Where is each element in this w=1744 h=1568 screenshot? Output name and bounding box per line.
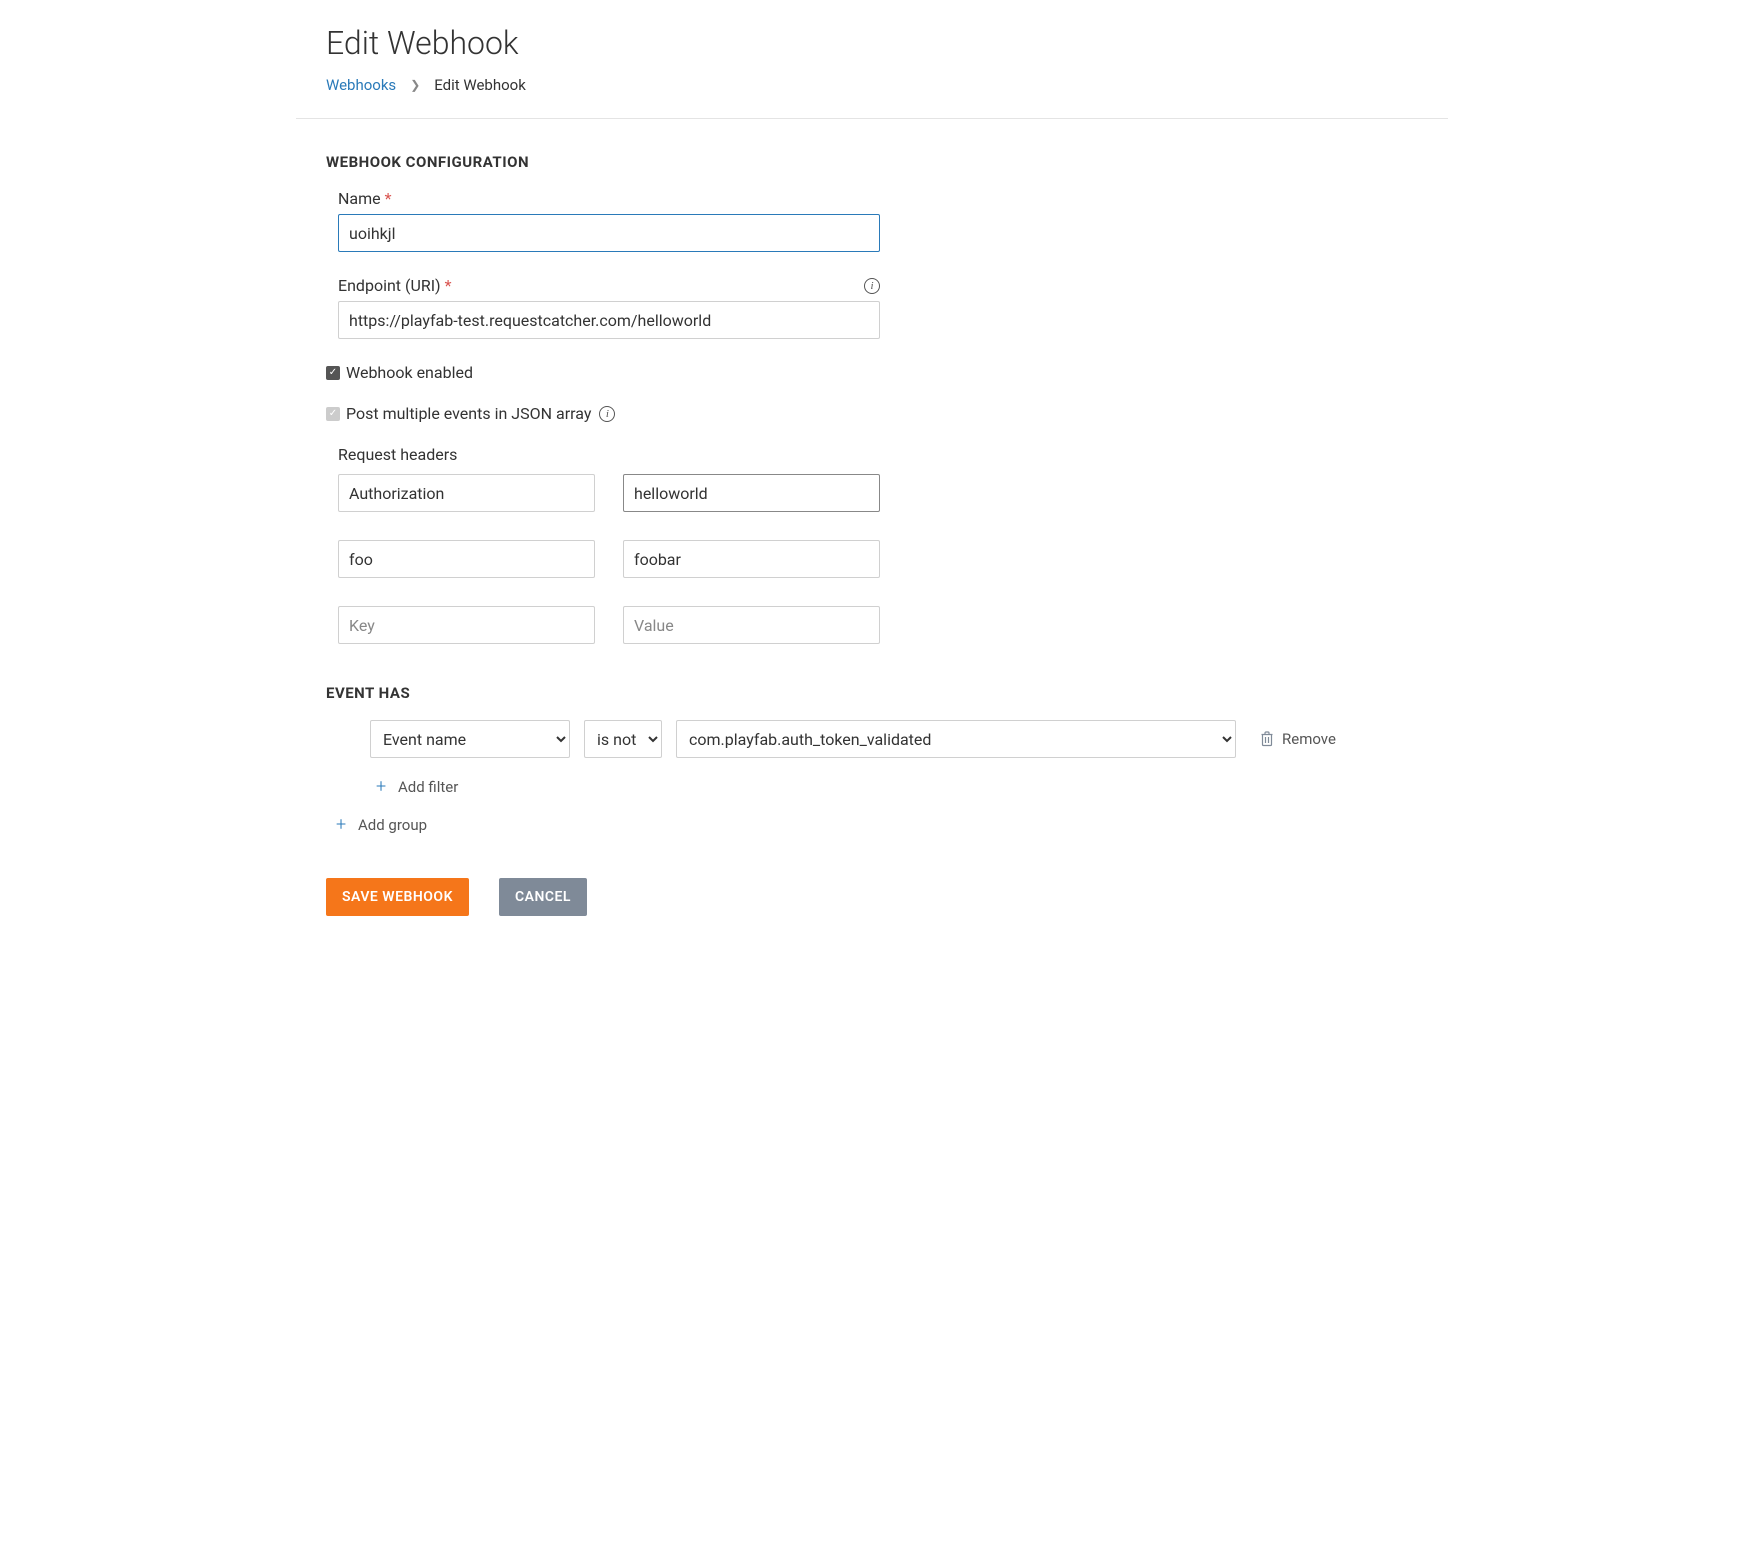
name-label: Name * [338,189,1418,208]
chevron-right-icon: ❯ [410,78,420,92]
event-value-select[interactable]: com.playfab.auth_token_validated [676,720,1236,758]
trash-icon [1260,731,1274,747]
event-field-select[interactable]: Event name [370,720,570,758]
header-value-input[interactable] [623,474,880,512]
enabled-label: Webhook enabled [346,363,473,382]
name-input[interactable] [338,214,880,252]
cancel-button[interactable]: CANCEL [499,878,587,916]
headers-label: Request headers [338,445,1418,464]
endpoint-label: Endpoint (URI) * [338,276,451,295]
save-button[interactable]: SAVE WEBHOOK [326,878,469,916]
header-value-input[interactable] [623,606,880,644]
header-key-input[interactable] [338,606,595,644]
endpoint-input[interactable] [338,301,880,339]
breadcrumb: Webhooks ❯ Edit Webhook [326,76,1418,94]
header-key-input[interactable] [338,474,595,512]
add-group-button[interactable]: + Add group [336,816,1418,834]
enabled-checkbox[interactable] [326,366,340,380]
header-key-input[interactable] [338,540,595,578]
multi-checkbox[interactable] [326,407,340,421]
breadcrumb-link-webhooks[interactable]: Webhooks [326,76,396,94]
remove-filter-button[interactable]: Remove [1260,730,1336,748]
plus-icon: + [376,780,390,794]
info-icon[interactable]: i [864,278,880,294]
multi-label: Post multiple events in JSON array [346,404,591,423]
info-icon[interactable]: i [599,406,615,422]
page-title: Edit Webhook [326,24,1418,62]
breadcrumb-current: Edit Webhook [434,76,526,94]
header-value-input[interactable] [623,540,880,578]
section-title-config: WEBHOOK CONFIGURATION [326,153,1418,171]
add-filter-button[interactable]: + Add filter [376,778,1418,796]
event-operator-select[interactable]: is not [584,720,662,758]
section-title-event: EVENT HAS [326,684,1418,702]
plus-icon: + [336,818,350,832]
